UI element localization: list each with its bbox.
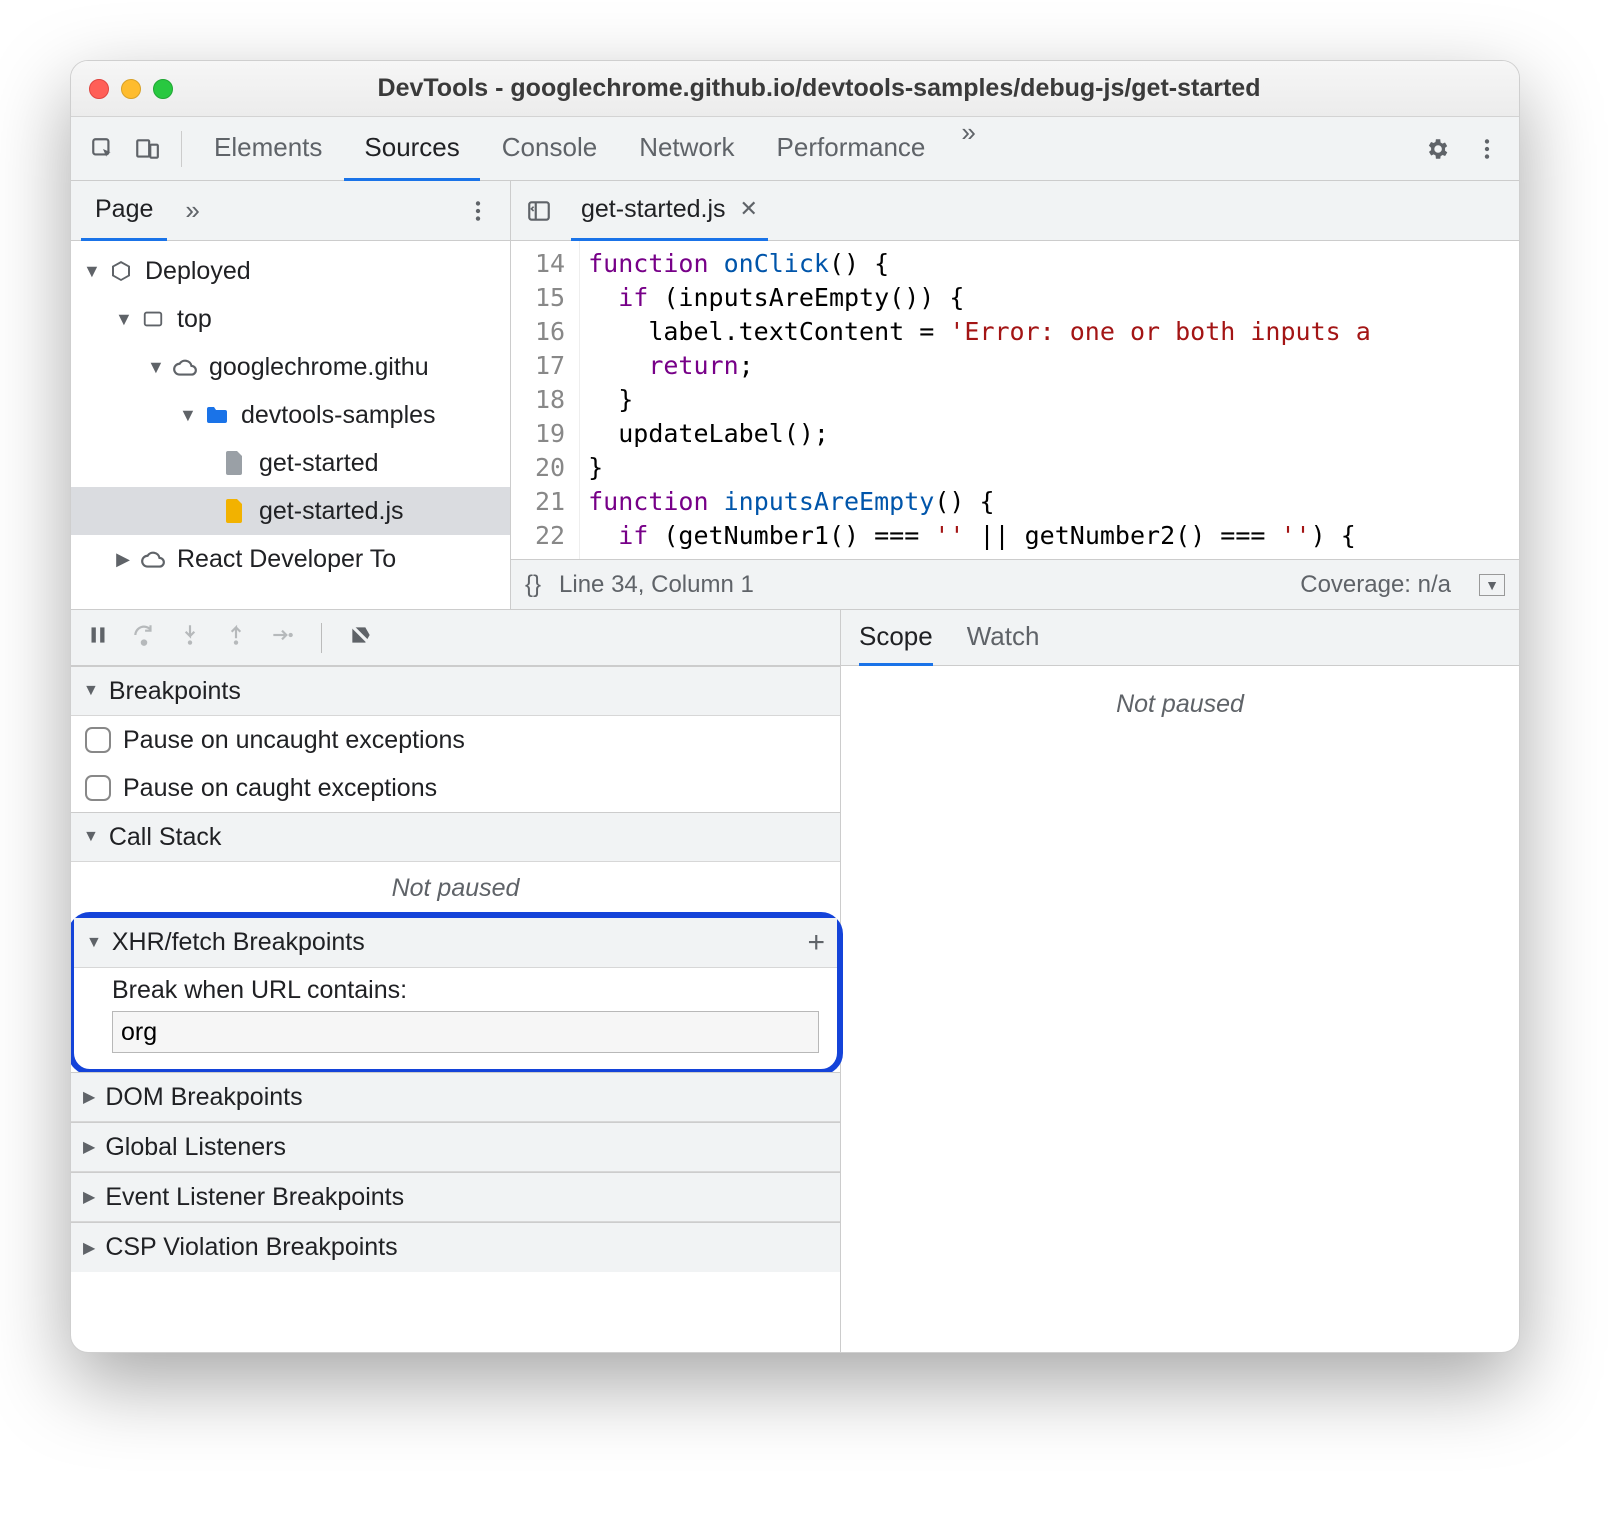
tree-file-html[interactable]: get-started [71, 439, 510, 487]
tree-file-js[interactable]: get-started.js [71, 487, 510, 535]
file-tree: ▼Deployed ▼top ▼googlechrome.githu ▼devt… [71, 241, 510, 589]
tab-performance[interactable]: Performance [757, 117, 946, 181]
deactivate-breakpoints-icon[interactable] [348, 622, 374, 653]
section-breakpoints[interactable]: ▼Breakpoints [71, 666, 840, 716]
navigator-menu-icon[interactable] [456, 189, 500, 233]
frame-icon [139, 305, 167, 333]
debugger-panel: ▼Breakpoints Pause on uncaught exception… [71, 609, 1519, 1352]
pause-uncaught-checkbox[interactable]: Pause on uncaught exceptions [71, 716, 840, 764]
debug-toolbar [71, 610, 840, 666]
scope-panel: Scope Watch Not paused [841, 610, 1519, 1352]
tree-react-ext[interactable]: ▶React Developer To [71, 535, 510, 583]
tree-top[interactable]: ▼top [71, 295, 510, 343]
step-out-icon[interactable] [223, 622, 249, 653]
tabs-overflow-icon[interactable]: » [947, 117, 989, 181]
pause-caught-checkbox[interactable]: Pause on caught exceptions [71, 764, 840, 812]
callstack-not-paused: Not paused [71, 862, 840, 915]
cloud-icon [139, 545, 167, 573]
step-into-icon[interactable] [177, 622, 203, 653]
section-global-listeners[interactable]: ▶Global Listeners [71, 1122, 840, 1172]
step-over-icon[interactable] [131, 622, 157, 653]
main-tabbar: Elements Sources Console Network Perform… [71, 117, 1519, 181]
kebab-menu-icon[interactable] [1465, 127, 1509, 171]
close-window-button[interactable] [89, 79, 109, 99]
file-tab-get-started-js[interactable]: get-started.js ✕ [571, 181, 768, 241]
tree-folder[interactable]: ▼devtools-samples [71, 391, 510, 439]
xhr-breakpoints-highlight: ▼XHR/fetch Breakpoints+ Break when URL c… [70, 912, 843, 1075]
editor-statusbar: {} Line 34, Column 1 Coverage: n/a ▼ [511, 559, 1519, 609]
xhr-breakpoint-label: Break when URL contains: [112, 976, 819, 1005]
scope-not-paused: Not paused [841, 666, 1519, 731]
editor-pane: get-started.js ✕ 141516171819202122 func… [511, 181, 1519, 609]
minimize-window-button[interactable] [121, 79, 141, 99]
section-callstack[interactable]: ▼Call Stack [71, 812, 840, 862]
settings-gear-icon[interactable] [1415, 127, 1459, 171]
scope-tab[interactable]: Scope [859, 610, 933, 666]
line-gutter: 141516171819202122 [511, 241, 580, 559]
coverage-dropdown-icon[interactable]: ▼ [1479, 574, 1505, 596]
watch-tab[interactable]: Watch [967, 610, 1040, 666]
code-editor[interactable]: 141516171819202122 function onClick() { … [511, 241, 1519, 559]
device-toolbar-icon[interactable] [125, 127, 169, 171]
js-file-icon [221, 497, 249, 525]
document-icon [221, 449, 249, 477]
source-code: function onClick() { if (inputsAreEmpty(… [580, 241, 1379, 559]
tab-elements[interactable]: Elements [194, 117, 342, 181]
maximize-window-button[interactable] [153, 79, 173, 99]
tab-console[interactable]: Console [482, 117, 617, 181]
cube-icon [107, 257, 135, 285]
cloud-icon [171, 353, 199, 381]
close-tab-icon[interactable]: ✕ [740, 196, 758, 222]
folder-icon [203, 401, 231, 429]
tab-network[interactable]: Network [619, 117, 754, 181]
navigator-tab-page[interactable]: Page [81, 181, 167, 241]
add-xhr-breakpoint-icon[interactable]: + [807, 926, 825, 960]
section-event-listener-breakpoints[interactable]: ▶Event Listener Breakpoints [71, 1172, 840, 1222]
section-xhr-breakpoints[interactable]: ▼XHR/fetch Breakpoints+ [74, 918, 837, 968]
inspect-element-icon[interactable] [81, 127, 125, 171]
navigator-overflow-icon[interactable]: » [167, 195, 217, 226]
tab-sources[interactable]: Sources [344, 117, 479, 181]
devtools-window: DevTools - googlechrome.github.io/devtoo… [70, 60, 1520, 1353]
coverage-label: Coverage: n/a [1300, 571, 1451, 599]
cursor-position: Line 34, Column 1 [559, 571, 754, 599]
window-controls [89, 79, 173, 99]
section-dom-breakpoints[interactable]: ▶DOM Breakpoints [71, 1072, 840, 1122]
pause-icon[interactable] [85, 622, 111, 653]
toggle-navigator-icon[interactable] [521, 193, 557, 229]
pretty-print-icon[interactable]: {} [525, 571, 541, 599]
tree-deployed[interactable]: ▼Deployed [71, 247, 510, 295]
titlebar: DevTools - googlechrome.github.io/devtoo… [71, 61, 1519, 117]
section-csp-breakpoints[interactable]: ▶CSP Violation Breakpoints [71, 1222, 840, 1272]
navigator-pane: Page » ▼Deployed ▼top ▼googlechrome.gith… [71, 181, 511, 609]
xhr-url-input[interactable] [112, 1011, 819, 1053]
step-icon[interactable] [269, 622, 295, 653]
tree-origin[interactable]: ▼googlechrome.githu [71, 343, 510, 391]
window-title: DevTools - googlechrome.github.io/devtoo… [197, 74, 1501, 103]
